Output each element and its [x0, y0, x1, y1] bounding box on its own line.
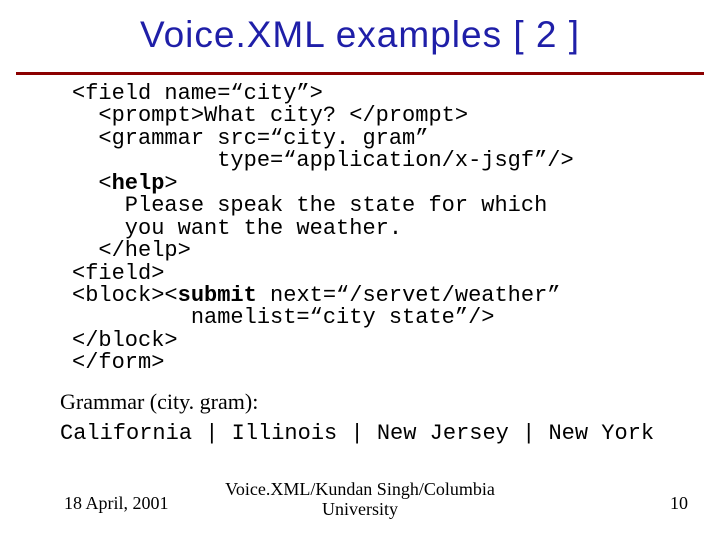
code-line: type=“application/x-jsgf”/> — [72, 148, 574, 173]
code-line: Please speak the state for which — [72, 193, 547, 218]
code-line: <prompt>What city? </prompt> — [72, 103, 468, 128]
code-line: you want the weather. — [72, 216, 402, 241]
title-underline — [16, 72, 704, 75]
slide: Voice.XML examples [ 2 ] <field name=“ci… — [0, 0, 720, 540]
grammar-label: Grammar (city. gram): — [60, 389, 720, 415]
code-line: <grammar src=“city. gram” — [72, 126, 428, 151]
code-line: <field name=“city”> — [72, 81, 323, 106]
code-line: <field> — [72, 261, 164, 286]
code-line: </help> — [72, 238, 191, 263]
code-line: < — [72, 171, 112, 196]
footer-page-number: 10 — [670, 493, 688, 514]
footer-center: Voice.XML/Kundan Singh/ColumbiaUniversit… — [0, 480, 720, 520]
code-line: namelist=“city state”/> — [72, 305, 494, 330]
code-block: <field name=“city”> <prompt>What city? <… — [72, 83, 720, 375]
code-line: next=“/servet/weather” — [257, 283, 561, 308]
code-bold-submit: submit — [178, 283, 257, 308]
code-line: > — [164, 171, 177, 196]
grammar-content: California | Illinois | New Jersey | New… — [60, 421, 720, 446]
code-bold-help: help — [112, 171, 165, 196]
code-line: </form> — [72, 350, 164, 375]
code-line: <block>< — [72, 283, 178, 308]
slide-title: Voice.XML examples [ 2 ] — [0, 0, 720, 66]
code-line: </block> — [72, 328, 178, 353]
